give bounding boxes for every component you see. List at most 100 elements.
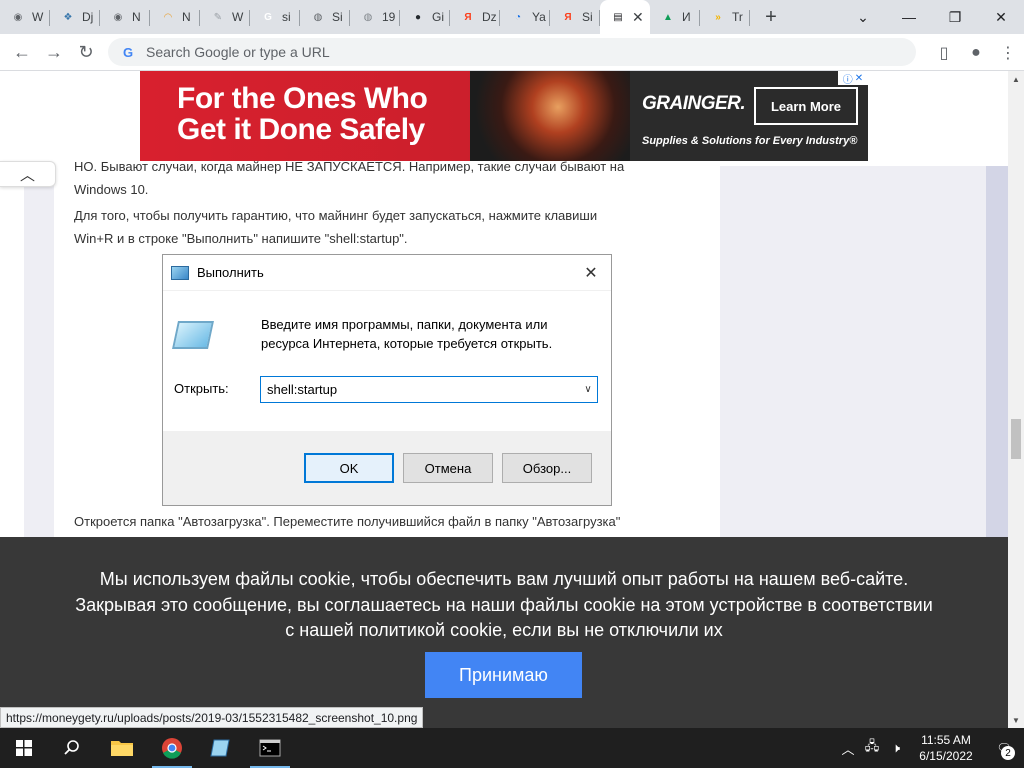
browser-tab[interactable]: ❖ Dj [50, 0, 100, 34]
reload-button[interactable]: ↻ [70, 36, 102, 68]
menu-kebab-icon[interactable]: ⋮ [992, 37, 1024, 69]
omnibox[interactable]: G [108, 38, 916, 66]
run-dialog-titlebar: Выполнить ✕ [163, 255, 611, 291]
chevron-up-icon[interactable]: ︿ [836, 739, 860, 758]
browser-tab[interactable]: Gsi [250, 0, 300, 34]
globe-icon: ◍ [363, 11, 373, 23]
network-icon[interactable]: 🖧 [860, 737, 884, 759]
ad-choices[interactable]: ⓘ ✕ [838, 71, 868, 86]
tab-title: Si [582, 10, 593, 24]
run-ok-button: OK [304, 453, 394, 483]
clock[interactable]: 11:55 AM 6/15/2022 [908, 732, 984, 764]
run-button-bar: OK Отмена Обзор... [163, 431, 611, 505]
tab-title: N [132, 10, 141, 24]
close-window-button[interactable]: ✕ [978, 0, 1024, 34]
browser-tab[interactable]: ▲ И [650, 0, 700, 34]
run-browse-button: Обзор... [502, 453, 592, 483]
yandex-icon: Я [464, 11, 472, 23]
tab-list: ◉ W ❖ Dj ◉ N ◠ N ✎ W Gsi ◍ Si ◍ 19 ● Gi Я Dz ◔ Ya Я Si ▤ ✕ ▲ И» Tr + [0, 0, 786, 34]
notepad-icon [210, 739, 230, 757]
tab-title: Tr [732, 10, 743, 24]
taskbar: ︿ 🖧 🕨 11:55 AM 6/15/2022 🗨 2 [0, 728, 1024, 768]
close-icon: ✕ [584, 264, 598, 282]
google-icon: G [122, 44, 134, 60]
browser-tab[interactable]: Я Si [550, 0, 600, 34]
file-explorer-button[interactable] [98, 728, 146, 768]
profile-avatar-icon[interactable]: ● [960, 37, 992, 69]
address-input[interactable] [146, 44, 846, 60]
toolbar-right: ▯ ● ⋮ [928, 34, 1024, 71]
notepad-taskbar-button[interactable] [196, 728, 244, 768]
notification-center-button[interactable]: 🗨 2 [984, 728, 1024, 768]
side-panel-icon[interactable]: ▯ [928, 37, 960, 69]
scroll-down-arrow-icon[interactable]: ▼ [1008, 712, 1024, 728]
clock-date: 6/15/2022 [919, 749, 973, 763]
run-open-label: Открыть: [174, 381, 229, 396]
leaf-icon: ✎ [213, 11, 223, 23]
forward-button[interactable]: → [38, 36, 70, 68]
chrome-icon: ◉ [13, 11, 23, 23]
article-paragraph-1: НО. Бывают случаи, когда майнер НЕ ЗАПУС… [74, 155, 714, 201]
ad-banner[interactable]: For the Ones Who Get it Done Safely GRAI… [140, 71, 868, 161]
scroll-up-arrow-icon[interactable]: ▲ [1008, 71, 1024, 87]
info-icon[interactable]: ⓘ [843, 71, 853, 86]
terminal-taskbar-button[interactable] [246, 728, 294, 768]
browser-tab[interactable]: ● Gi [400, 0, 450, 34]
tab-search-icon[interactable]: ⌄ [840, 0, 886, 34]
run-dialog-message: Введите имя программы, папки, документа … [261, 317, 553, 351]
scrollbar-thumb[interactable] [1011, 419, 1021, 459]
ad-tagline: Supplies & Solutions for Every Industry® [642, 135, 858, 147]
close-tab-icon[interactable]: ✕ [632, 9, 644, 26]
restore-button[interactable]: ❐ [932, 0, 978, 34]
run-command-field: shell:startup ∨ [260, 376, 598, 403]
chrome-taskbar-button[interactable] [148, 728, 196, 768]
tab-title: Si [332, 10, 343, 24]
run-command-value: shell:startup [267, 382, 338, 397]
search-icon [64, 740, 79, 755]
ad-learn-more-button[interactable]: Learn More [754, 87, 858, 125]
browser-tab[interactable]: Я Dz [450, 0, 500, 34]
browser-tab[interactable]: ✎ W [200, 0, 250, 34]
volume-icon[interactable]: 🕨 [884, 740, 908, 756]
run-cancel-button: Отмена [403, 453, 493, 483]
article-line: Откроется папка "Автозагрузка". Перемест… [74, 514, 621, 529]
browser-tab[interactable]: ◍ Si [300, 0, 350, 34]
chevron-up-icon: ︿ [19, 166, 35, 184]
clock-time: 11:55 AM [921, 733, 971, 747]
page-scrollbar[interactable]: ▲ ▼ [1008, 71, 1024, 728]
scroll-to-top-button[interactable]: ︿ [0, 161, 56, 187]
browser-tab[interactable]: ◍ 19 [350, 0, 400, 34]
browser-toolbar: ← → ↻ G ▯ ● ⋮ [0, 34, 1024, 71]
start-button[interactable] [0, 728, 48, 768]
run-large-icon [172, 321, 214, 349]
article-line: Для того, чтобы получить гарантию, что м… [74, 208, 598, 223]
tab-title: Dj [82, 10, 94, 24]
rainbow-icon: ◠ [164, 11, 172, 23]
close-icon[interactable]: ✕ [855, 73, 863, 84]
tab-title: Dz [482, 10, 497, 24]
ad-headline-line: For the Ones Who [177, 82, 428, 115]
python-icon: ❖ [63, 11, 73, 23]
browser-tab[interactable]: » Tr [700, 0, 750, 34]
web-page: НО. Бывают случаи, когда майнер НЕ ЗАПУС… [0, 71, 1008, 728]
tab-strip: ◉ W ❖ Dj ◉ N ◠ N ✎ W Gsi ◍ Si ◍ 19 ● Gi Я Dz ◔ Ya Я Si ▤ ✕ ▲ И» Tr +… [0, 0, 1024, 34]
browser-tab[interactable]: ▤ ✕ [600, 0, 650, 34]
ad-brand-logo: GRAINGER. [642, 93, 746, 114]
browser-tab[interactable]: ◔ Ya [500, 0, 550, 34]
cookie-banner: Мы используем файлы cookie, чтобы обеспе… [0, 537, 1008, 728]
browser-tab[interactable]: ◉ N [100, 0, 150, 34]
browser-tab[interactable]: ◠ N [150, 0, 200, 34]
cookie-accept-button[interactable]: Принимаю [425, 652, 582, 698]
search-button[interactable] [48, 728, 96, 768]
minimize-button[interactable]: — [886, 0, 932, 34]
cookie-message-line: с нашей политикой cookie, если вы не отк… [285, 620, 723, 640]
window-controls: ⌄ — ❐ ✕ [840, 0, 1024, 34]
globe-icon: ◍ [313, 11, 323, 23]
back-button[interactable]: ← [6, 36, 38, 68]
run-dialog-image[interactable]: Выполнить ✕ Введите имя программы, папки… [162, 254, 612, 506]
new-tab-button[interactable]: + [756, 0, 786, 34]
folder-icon [111, 741, 133, 756]
tab-title: N [182, 10, 191, 24]
browser-tab[interactable]: ◉ W [0, 0, 50, 34]
database-icon: ▤ [613, 11, 623, 23]
